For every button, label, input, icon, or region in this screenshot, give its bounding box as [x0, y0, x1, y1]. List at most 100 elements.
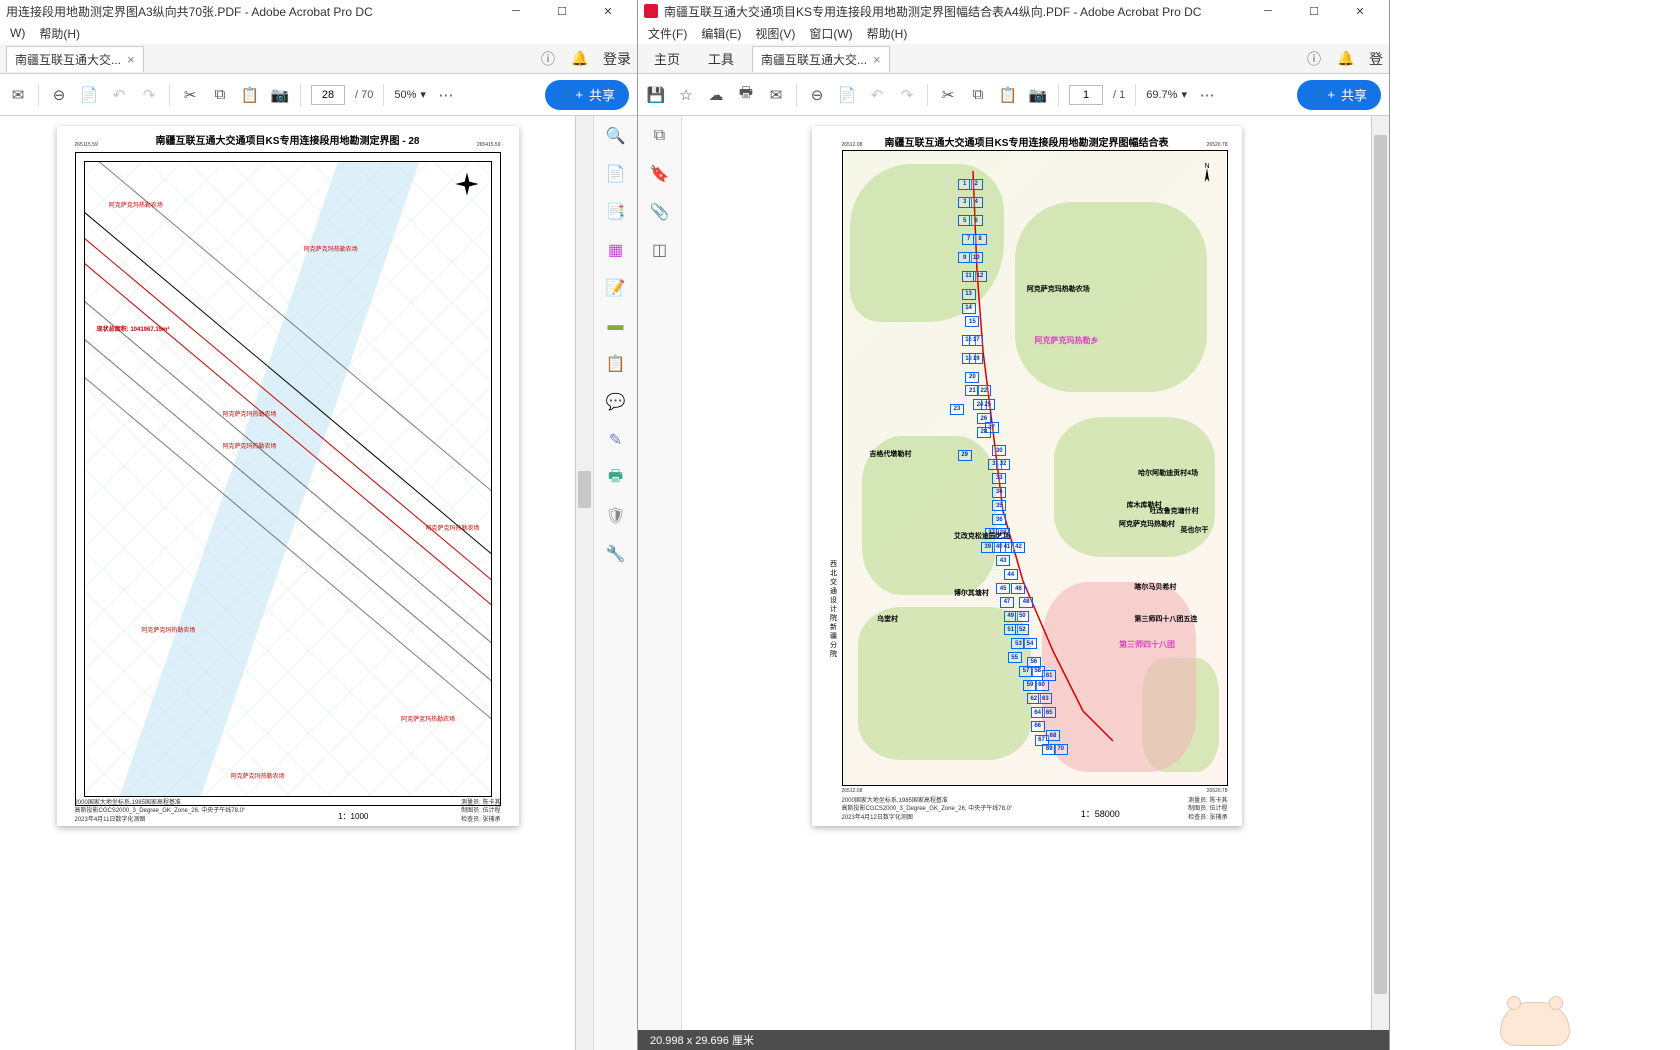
document-pane[interactable]: 南疆互联互通大交通项目KS专用连接段用地勘测定界图幅结合表 26512.08 2…	[682, 116, 1371, 1050]
zoom-select[interactable]: 50% ▾	[394, 88, 426, 101]
tab-label: 南疆互联互通大交...	[15, 51, 121, 68]
menu-file[interactable]: 文件(F)	[642, 23, 693, 44]
vertical-scrollbar[interactable]	[1371, 116, 1389, 1050]
vertical-scrollbar[interactable]	[575, 116, 593, 1050]
sheet-box: 43	[996, 555, 1010, 566]
sign-icon[interactable]: ✎	[604, 428, 628, 452]
institute-vertical-text: 西北交通设计院新疆分院	[828, 560, 838, 659]
camera-icon[interactable]: 📷	[1028, 85, 1048, 105]
page-icon[interactable]: 📄	[837, 85, 857, 105]
parcel-label: 阿克萨克玛热勒农场	[141, 625, 195, 634]
maximize-button[interactable]: ☐	[539, 0, 585, 22]
stamp-icon[interactable]: 🖶	[604, 466, 628, 490]
cut-icon[interactable]: ✂	[180, 85, 200, 105]
menubar: 文件(F) 编辑(E) 视图(V) 窗口(W) 帮助(H)	[638, 22, 1389, 44]
tab-home[interactable]: 主页	[644, 45, 690, 72]
comment-icon[interactable]: 💬	[604, 390, 628, 414]
scroll-thumb[interactable]	[1374, 135, 1387, 994]
sheet-box: 13	[962, 289, 976, 300]
cut-icon[interactable]: ✂	[938, 85, 958, 105]
layers-icon[interactable]: ◫	[648, 238, 672, 262]
sheet-box: 55	[1008, 652, 1022, 663]
menu-help[interactable]: 帮助(H)	[861, 23, 914, 44]
zoom-out-icon[interactable]: ⊖	[807, 85, 827, 105]
cloud-up-icon[interactable]: ☁	[706, 85, 726, 105]
redo-icon[interactable]: ↷	[139, 85, 159, 105]
tab-close-icon[interactable]: ×	[127, 52, 135, 67]
sheet-box: 50	[1015, 611, 1029, 622]
place-label: 乌堂村	[877, 614, 898, 624]
menu-view[interactable]: 视图(V)	[749, 23, 801, 44]
document-tab[interactable]: 南疆互联互通大交... ×	[752, 46, 890, 72]
more-tools-icon[interactable]: 🔧	[604, 542, 628, 566]
redact-icon[interactable]: ▬	[604, 314, 628, 338]
maximize-button[interactable]: ☐	[1291, 0, 1337, 22]
edit-icon[interactable]: 📝	[604, 276, 628, 300]
tools-rail: 🔍 📄 📑 ▦ 📝 ▬ 📋 💬 ✎ 🖶 🛡 🔧	[593, 116, 637, 1050]
sheet-box: 34	[992, 487, 1006, 498]
more-icon[interactable]: ⋯	[1197, 85, 1217, 105]
save-icon[interactable]: 💾	[646, 85, 666, 105]
minimize-button[interactable]: ─	[493, 0, 539, 22]
coord-tr: 26520.78	[1207, 142, 1228, 148]
email-icon[interactable]: ✉	[766, 85, 786, 105]
search-icon[interactable]: 🔍	[604, 124, 628, 148]
sheet-box: 10	[969, 252, 983, 263]
menu-edit[interactable]: 编辑(E)	[695, 23, 747, 44]
place-label: 第三师四十八团五连	[1134, 614, 1197, 624]
redo-icon[interactable]: ↷	[897, 85, 917, 105]
info-icon[interactable]: ⓘ	[1305, 50, 1323, 68]
thumbnails-icon[interactable]: ⧉	[648, 124, 672, 148]
place-label: 第三师四十八团	[1119, 639, 1175, 650]
close-button[interactable]: ✕	[1337, 0, 1383, 22]
scroll-thumb[interactable]	[578, 471, 591, 508]
bookmark-icon[interactable]: 🔖	[648, 162, 672, 186]
print-icon[interactable]: 🖶	[736, 85, 756, 105]
close-button[interactable]: ✕	[585, 0, 631, 22]
area-label: 现状总面积: 1041967.15m²	[97, 324, 170, 333]
attachment-icon[interactable]: 📎	[648, 200, 672, 224]
bell-icon[interactable]: 🔔	[1337, 50, 1355, 68]
page-number-input[interactable]	[311, 85, 345, 105]
share-button[interactable]: 👤+ 共享	[1297, 80, 1381, 110]
login-link[interactable]: 登	[1369, 49, 1383, 69]
zoom-select[interactable]: 69.7% ▾	[1146, 88, 1187, 101]
copy-icon[interactable]: ⧉	[210, 85, 230, 105]
document-pane[interactable]: 南疆互联互通大交通项目KS专用连接段用地勘测定界图 - 28 265115.59…	[0, 116, 575, 1050]
undo-icon[interactable]: ↶	[867, 85, 887, 105]
place-label: 博尔其塘村	[954, 588, 989, 598]
sheet-box: 12	[973, 271, 987, 282]
login-link[interactable]: 登录	[603, 49, 631, 69]
organize-icon[interactable]: ▦	[604, 238, 628, 262]
tab-label: 南疆互联互通大交...	[761, 51, 867, 68]
clipboard-icon[interactable]: 📋	[998, 85, 1018, 105]
sheet-box: 6	[969, 215, 983, 226]
export-icon[interactable]: 📑	[604, 200, 628, 224]
tab-close-icon[interactable]: ×	[873, 52, 881, 67]
clipboard-icon[interactable]: 📋	[240, 85, 260, 105]
shield-icon[interactable]: 🛡	[604, 504, 628, 528]
protect-icon[interactable]: 📋	[604, 352, 628, 376]
coord-tr: 265415.59	[477, 142, 501, 148]
email-icon[interactable]: ✉	[8, 85, 28, 105]
share-button[interactable]: 👤+ 共享	[545, 80, 629, 110]
zoom-out-icon[interactable]: ⊖	[49, 85, 69, 105]
acrobat-window-right: 南疆互联互通大交通项目KS专用连接段用地勘测定界图幅结合表A4纵向.PDF - …	[638, 0, 1390, 1050]
create-pdf-icon[interactable]: 📄	[604, 162, 628, 186]
page-number-input[interactable]	[1069, 85, 1103, 105]
more-icon[interactable]: ⋯	[436, 85, 456, 105]
menu-window[interactable]: 窗口(W)	[803, 23, 858, 44]
document-tab[interactable]: 南疆互联互通大交... ×	[6, 46, 144, 72]
camera-icon[interactable]: 📷	[270, 85, 290, 105]
menu-help[interactable]: 帮助(H)	[33, 23, 86, 44]
undo-icon[interactable]: ↶	[109, 85, 129, 105]
menu-w[interactable]: W)	[4, 24, 31, 42]
copy-icon[interactable]: ⧉	[968, 85, 988, 105]
page-icon[interactable]: 📄	[79, 85, 99, 105]
info-icon[interactable]: ⓘ	[539, 50, 557, 68]
acrobat-window-left: 用连接段用地勘测定界图A3纵向共70张.PDF - Adobe Acrobat …	[0, 0, 638, 1050]
minimize-button[interactable]: ─	[1245, 0, 1291, 22]
tab-tools[interactable]: 工具	[698, 45, 744, 72]
bell-icon[interactable]: 🔔	[571, 50, 589, 68]
star-icon[interactable]: ☆	[676, 85, 696, 105]
